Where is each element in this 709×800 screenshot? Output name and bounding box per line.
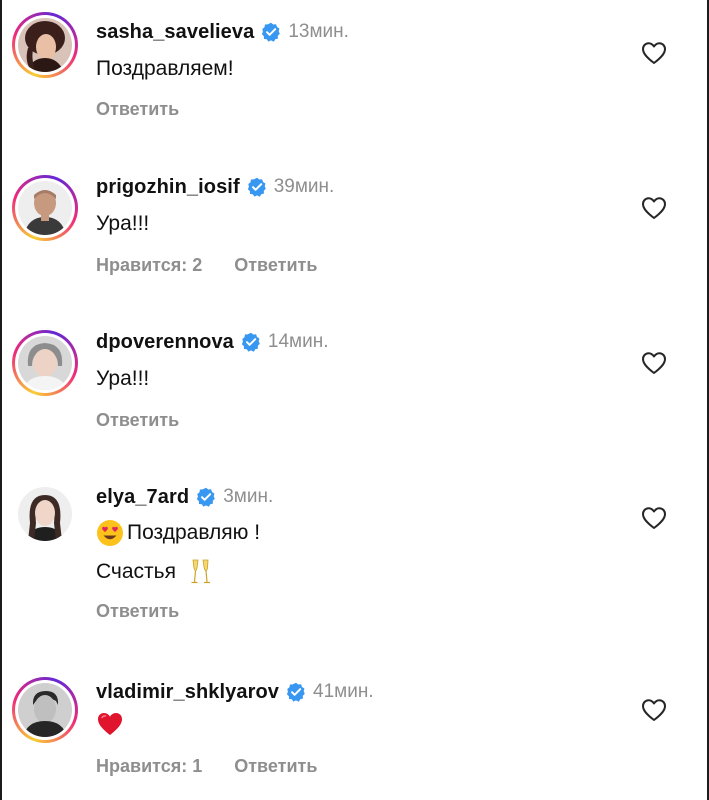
story-ring[interactable] [12,12,78,78]
reply-button[interactable]: Ответить [96,99,179,120]
comment-time: 39мин. [273,176,335,197]
verified-badge-icon [247,177,267,197]
comment-text-line2: Счастья [96,560,176,583]
comment-item: sasha_savelieva 13мин. Поздравляем! Отве… [0,0,709,155]
comment-item: elya_7ard 3мин. Поздравляю ! Счастья Отв… [0,465,709,660]
champagne-glasses-emoji-icon [188,558,214,586]
story-ring[interactable] [12,677,78,743]
comment-item: prigozhin_iosif 39мин. Ура!!! Нравится: … [0,155,709,310]
avatar[interactable] [18,683,72,737]
comment-item: vladimir_shklyarov 41мин. Нравится: 1 От… [0,660,709,800]
username[interactable]: vladimir_shklyarov [96,681,279,704]
avatar[interactable] [18,487,72,541]
likes-count-button[interactable]: Нравится: 1 [96,756,202,777]
story-ring[interactable] [12,175,78,241]
avatar[interactable] [18,18,72,72]
avatar-container[interactable] [12,481,78,547]
username[interactable]: dpoverennova [96,331,234,354]
red-heart-emoji-icon [96,710,124,738]
username[interactable]: prigozhin_iosif [96,176,240,199]
story-ring[interactable] [12,330,78,396]
comment-text: Ура!!! [96,367,150,390]
comment-text: Ура!!! [96,212,150,235]
comment-text: Поздравляем! [96,57,234,80]
avatar[interactable] [18,336,72,390]
reply-button[interactable]: Ответить [234,756,317,777]
comment-item: dpoverennova 14мин. Ура!!! Ответить [0,310,709,465]
verified-badge-icon [261,22,281,42]
heart-eyes-emoji-icon [96,519,124,547]
comment-time: 3мин. [223,486,274,507]
verified-badge-icon [196,487,216,507]
heart-outline-icon[interactable] [641,41,667,65]
username[interactable]: elya_7ard [96,486,189,509]
heart-outline-icon[interactable] [641,698,667,722]
comment-time: 14мин. [267,331,329,352]
reply-button[interactable]: Ответить [234,255,317,276]
likes-count-button[interactable]: Нравится: 2 [96,255,202,276]
heart-outline-icon[interactable] [641,506,667,530]
reply-button[interactable]: Ответить [96,601,179,622]
verified-badge-icon [286,682,306,702]
comment-time: 13мин. [288,21,349,42]
verified-badge-icon [241,332,261,352]
comment-text: Поздравляю ! [127,521,261,544]
avatar[interactable] [18,181,72,235]
heart-outline-icon[interactable] [641,351,667,375]
username[interactable]: sasha_savelieva [96,21,254,44]
heart-outline-icon[interactable] [641,196,667,220]
reply-button[interactable]: Ответить [96,410,179,431]
comment-time: 41мин. [313,681,374,702]
